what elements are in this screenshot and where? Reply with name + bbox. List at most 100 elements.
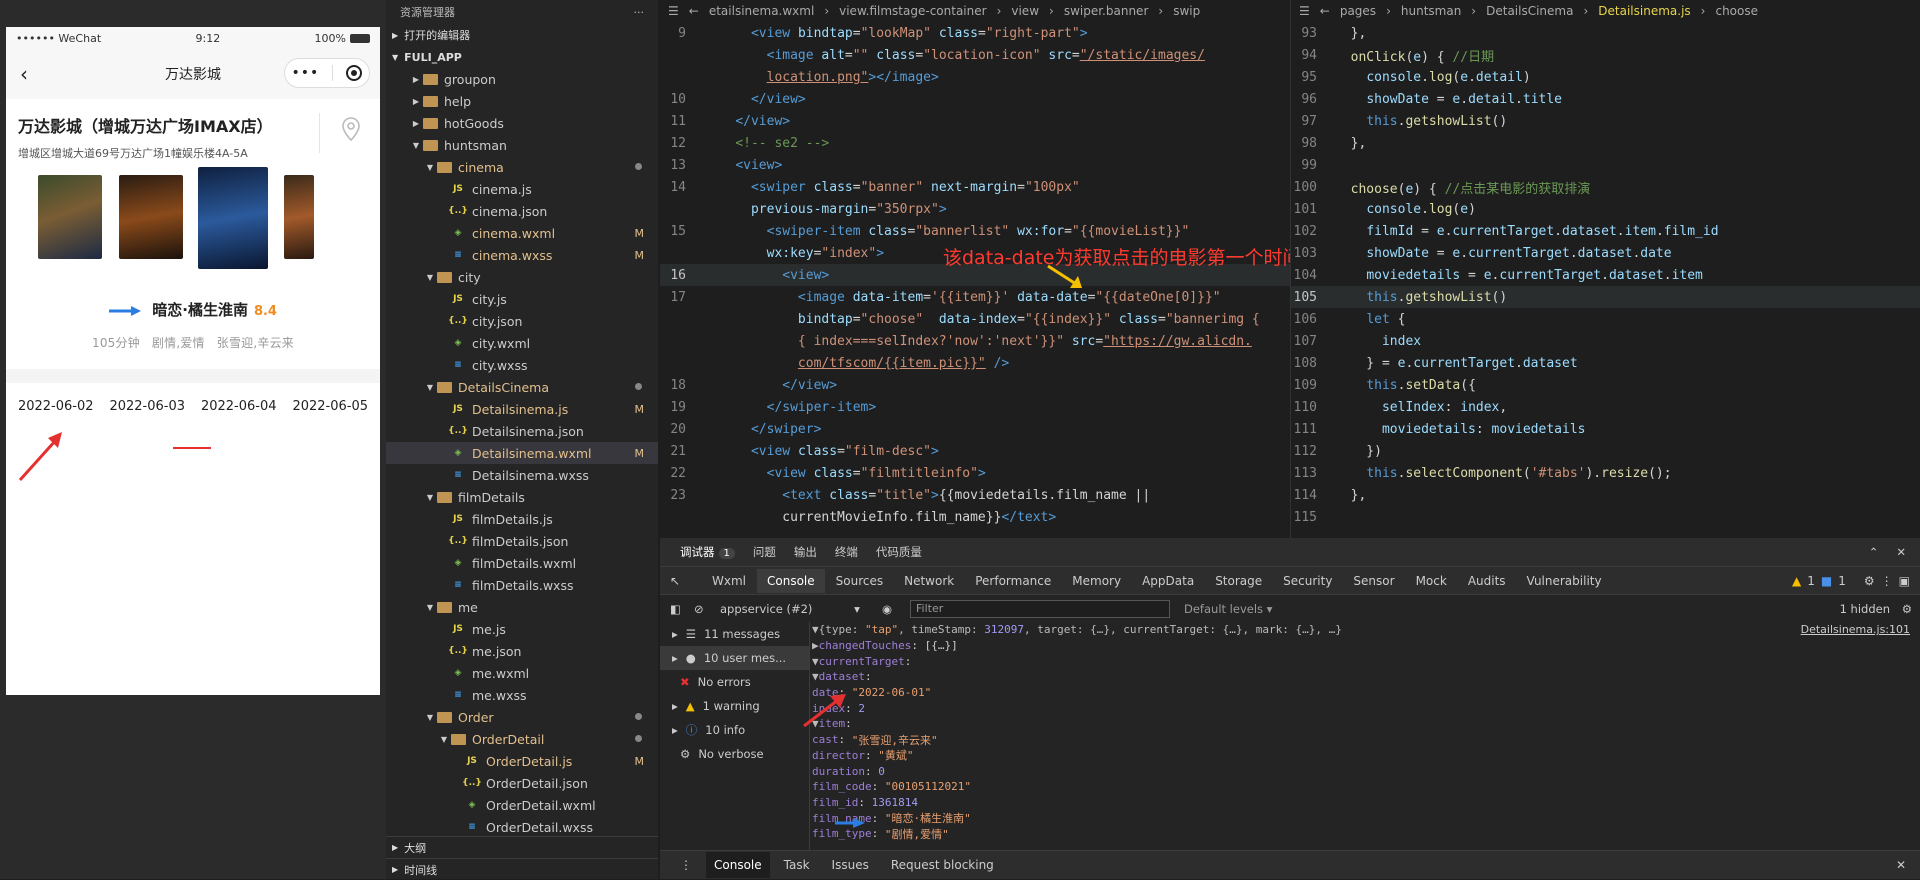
panel-sources[interactable]: Sources [836,574,883,588]
date-tab[interactable]: 2022-06-02 [18,399,94,414]
bc-nav-icon[interactable]: ☰ [668,4,679,18]
sidebar-toggle-icon[interactable]: ◧ [670,602,681,616]
location-icon[interactable] [342,117,360,141]
poster-4[interactable] [284,175,314,259]
console-settings-icon[interactable]: ⚙ [1902,602,1912,616]
poster-3[interactable] [198,167,268,269]
menu-icon[interactable]: ⋮ [1881,574,1893,588]
console-output[interactable]: ▼{type: "tap", timeStamp: 312097, target… [812,622,1920,850]
poster-1[interactable] [38,175,102,259]
date-tab[interactable]: 2022-06-04 [201,399,277,414]
panel-performance[interactable]: Performance [975,574,1051,588]
panel-mock[interactable]: Mock [1416,574,1447,588]
bc-item[interactable]: Detailsinema.js [1598,4,1690,18]
tree-file[interactable]: JS city.js [386,288,658,310]
bc-item[interactable]: view [1011,4,1039,18]
more-icon[interactable]: ••• [292,65,320,81]
bc-nav-icon[interactable]: ☰ [1299,4,1310,18]
tree-folder[interactable]: ▼ OrderDetail [386,728,658,750]
tree-file[interactable]: ◈ cinema.wxml M [386,222,658,244]
bc-back-icon[interactable]: ← [1320,4,1330,18]
eye-icon[interactable]: ◉ [882,602,892,616]
back-icon[interactable]: ‹ [20,62,28,86]
levels-select[interactable]: Default levels ▾ [1184,602,1272,616]
bottom-tab-request-blocking[interactable]: Request blocking [891,858,994,872]
panel-appdata[interactable]: AppData [1142,574,1194,588]
tree-file[interactable]: {..} filmDetails.json [386,530,658,552]
sidebar-errors[interactable]: ✖ No errors [660,670,809,694]
tree-folder[interactable]: ▶ groupon [386,68,658,90]
tree-file[interactable]: {..} Detailsinema.json [386,420,658,442]
tree-file[interactable]: JS OrderDetail.js M [386,750,658,772]
tree-file[interactable]: ≡ OrderDetail.wxss [386,816,658,838]
tree-folder[interactable]: ▼ me [386,596,658,618]
tab-problems[interactable]: 问题 [753,544,776,560]
tree-file[interactable]: {..} cinema.json [386,200,658,222]
tree-folder[interactable]: ▼ filmDetails [386,486,658,508]
bc-item[interactable]: DetailsCinema [1486,4,1573,18]
tree-file[interactable]: JS cinema.js [386,178,658,200]
tree-file[interactable]: ≡ me.wxss [386,684,658,706]
panel-console[interactable]: Console [757,568,825,593]
bc-item[interactable]: swiper.banner [1064,4,1149,18]
sidebar-messages[interactable]: ▸ ☰ 11 messages [660,622,809,646]
tree-folder[interactable]: ▼ cinema [386,156,658,178]
bc-item[interactable]: etailsinema.wxml [709,4,814,18]
bottom-tab-issues[interactable]: Issues [832,858,869,872]
tree-file[interactable]: ◈ me.wxml [386,662,658,684]
js-editor[interactable]: ☰ ← pages › huntsman › DetailsCinema › Deta… [1290,0,1920,538]
close-icon[interactable]: ✕ [1896,545,1906,559]
tree-file[interactable]: ≡ filmDetails.wxss [386,574,658,596]
sidebar-user-messages[interactable]: ▸ ● 10 user mes... [660,646,809,670]
date-tab[interactable]: 2022-06-03 [109,399,185,414]
clear-icon[interactable]: ⊘ [694,602,704,616]
tree-file[interactable]: ≡ cinema.wxss M [386,244,658,266]
collapse-icon[interactable]: ⌃ [1869,545,1879,559]
tree-folder[interactable]: ▼ city [386,266,658,288]
panel-wxml[interactable]: Wxml [712,574,746,588]
dock-icon[interactable]: ▣ [1899,574,1910,588]
drawer-close-icon[interactable]: ✕ [1896,858,1906,872]
panel-vulnerability[interactable]: Vulnerability [1527,574,1602,588]
panel-network[interactable]: Network [904,574,954,588]
bc-item[interactable]: choose [1715,4,1758,18]
poster-2[interactable] [119,175,183,259]
bottom-tab-console[interactable]: Console [706,852,770,878]
sidebar-verbose[interactable]: ⚙ No verbose [660,742,809,766]
project-section[interactable]: ▼ FULI_APP [386,46,658,68]
tree-file[interactable]: {..} OrderDetail.json [386,772,658,794]
panel-audits[interactable]: Audits [1468,574,1506,588]
panel-security[interactable]: Security [1283,574,1332,588]
bc-back-icon[interactable]: ← [689,4,699,18]
date-tab[interactable]: 2022-06-05 [292,399,368,414]
bottom-tab-task[interactable]: Task [784,858,810,872]
bc-item[interactable]: view.filmstage-container [839,4,986,18]
tree-file[interactable]: JS me.js [386,618,658,640]
tree-folder[interactable]: ▶ hotGoods [386,112,658,134]
close-target-icon[interactable] [346,65,363,81]
code-area-js[interactable]: 93 }, 94 onClick(e) { //日期 95 console.lo… [1291,22,1920,538]
tree-file[interactable]: {..} city.json [386,310,658,332]
tree-file[interactable]: ◈ OrderDetail.wxml [386,794,658,816]
sidebar-warnings[interactable]: ▸ ▲ 1 warning [660,694,809,718]
filter-input[interactable]: Filter [910,600,1170,618]
sidebar-info[interactable]: ▸ ⓘ 10 info [660,718,809,742]
tab-output[interactable]: 输出 [794,544,817,560]
inspect-icon[interactable]: ↖ [670,574,680,588]
tree-folder[interactable]: ▶ help [386,90,658,112]
panel-storage[interactable]: Storage [1215,574,1262,588]
tree-file[interactable]: ◈ filmDetails.wxml [386,552,658,574]
bc-item[interactable]: pages [1340,4,1376,18]
tree-file[interactable]: JS Detailsinema.js M [386,398,658,420]
settings-icon[interactable]: ⚙ [1864,574,1875,588]
panel-memory[interactable]: Memory [1072,574,1121,588]
tree-file[interactable]: ≡ city.wxss [386,354,658,376]
open-editors-section[interactable]: ▶ 打开的编辑器 [386,24,658,46]
code-area[interactable]: 9 <view bindtap="lookMap" class="right-p… [660,22,1290,538]
context-select[interactable]: appservice (#2) ▾ [720,602,860,616]
bc-item[interactable]: huntsman [1401,4,1461,18]
tree-file[interactable]: {..} me.json [386,640,658,662]
tab-terminal[interactable]: 终端 [835,544,858,560]
tree-folder[interactable]: ▼ huntsman [386,134,658,156]
tree-file[interactable]: JS filmDetails.js [386,508,658,530]
